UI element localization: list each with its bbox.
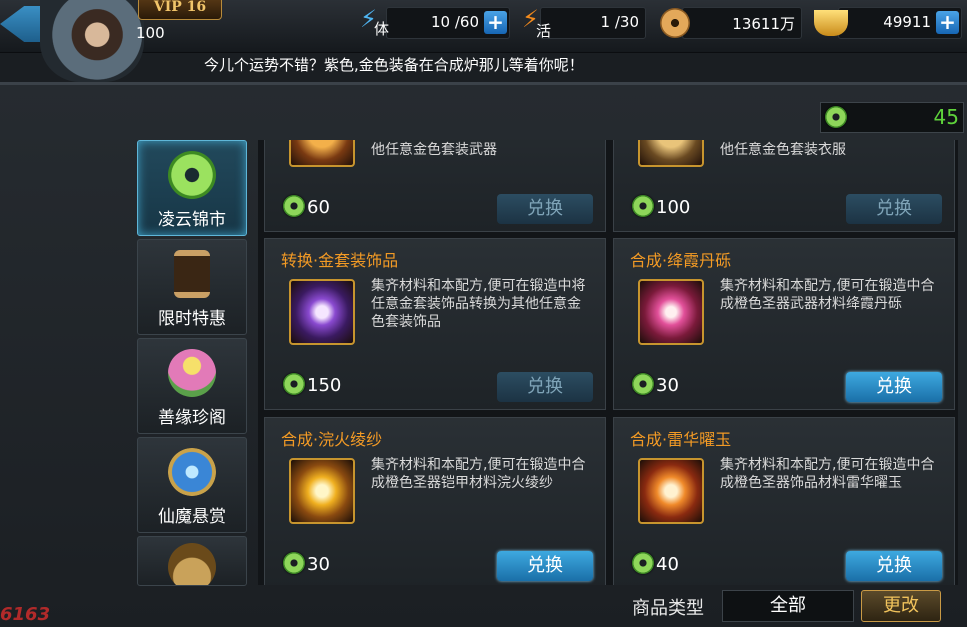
scroll-icon bbox=[638, 140, 704, 167]
exchange-button[interactable]: 兑换 bbox=[846, 551, 942, 581]
item-grid: 他任意金色套装武器 60 兑换 他任意金色套装衣服 100 兑换 转换·金套装饰… bbox=[258, 140, 958, 585]
jade-balance: 45 bbox=[820, 102, 964, 133]
gold-ingot-icon bbox=[814, 10, 848, 36]
tab-karma-pavilion[interactable]: 善缘珍阁 bbox=[137, 338, 247, 434]
vip-badge[interactable]: VIP 16 bbox=[138, 0, 222, 20]
stamina-label: 体 bbox=[374, 20, 390, 38]
card-price: 100 bbox=[632, 195, 690, 218]
vitality-label: 活 bbox=[536, 22, 552, 40]
back-button[interactable] bbox=[0, 6, 44, 42]
item-type-label: 商品类型 bbox=[632, 598, 704, 619]
shop-card: 合成·雷华曜玉 集齐材料和本配方,便可在锻造中合成橙色圣器饰品材料雷华曜玉 40… bbox=[613, 417, 955, 585]
vitality-value: 1 /30 bbox=[600, 13, 639, 31]
card-price: 60 bbox=[283, 195, 330, 218]
marquee-message: 今儿个运势不错？紫色,金色装备在合成炉那儿等着你呢！ bbox=[204, 56, 584, 74]
scroll-icon bbox=[289, 279, 355, 345]
card-description: 集齐材料和本配方,便可在锻造中合成橙色圣器饰品材料雷华曜玉 bbox=[720, 457, 935, 491]
stamina-value: 10 /60 bbox=[431, 13, 479, 31]
shop-card: 合成·浣火绫纱 集齐材料和本配方,便可在锻造中合成橙色圣器铠甲材料浣火绫纱 30… bbox=[264, 417, 606, 585]
card-price: 40 bbox=[632, 552, 679, 575]
exchange-button[interactable]: 兑换 bbox=[846, 194, 942, 224]
tab-bounty[interactable]: 仙魔悬赏 bbox=[137, 437, 247, 533]
exchange-button[interactable]: 兑换 bbox=[497, 372, 593, 402]
coin-bar: 13611万 bbox=[682, 7, 802, 39]
card-title: 转换·金套装饰品 bbox=[281, 251, 399, 270]
copper-coin-icon bbox=[660, 8, 690, 38]
top-bar: VIP 16 100 10 /60 + ⚡ 体 1 /30 ⚡ 活 13611万… bbox=[0, 0, 967, 82]
scroll-icon bbox=[638, 279, 704, 345]
tab-label: 仙魔悬赏 bbox=[158, 507, 226, 527]
card-price: 30 bbox=[632, 373, 679, 396]
scroll-icon bbox=[638, 458, 704, 524]
hourglass-icon bbox=[174, 250, 210, 298]
player-avatar[interactable] bbox=[40, 0, 144, 82]
card-description: 集齐材料和本配方,便可在锻造中合成橙色圣器铠甲材料浣火绫纱 bbox=[371, 457, 586, 491]
site-watermark: 6163 bbox=[0, 604, 51, 625]
coin-value: 13611万 bbox=[732, 15, 795, 33]
shop-card: 他任意金色套装衣服 100 兑换 bbox=[613, 140, 955, 232]
player-level: 100 bbox=[136, 24, 165, 42]
card-title: 合成·绛霞丹砾 bbox=[630, 251, 732, 270]
jade-coin-icon bbox=[632, 552, 654, 574]
tab-label: 凌云锦市 bbox=[158, 210, 226, 230]
ingot-value: 49911 bbox=[883, 13, 931, 31]
vitality-bar: 1 /30 bbox=[540, 7, 646, 39]
exchange-button[interactable]: 兑换 bbox=[846, 372, 942, 402]
ingot-add-button[interactable]: + bbox=[936, 11, 959, 34]
ingot-bar: 49911 + bbox=[838, 7, 962, 39]
tab-lingyun-market[interactable]: 凌云锦市 bbox=[137, 140, 247, 236]
card-description: 他任意金色套装武器 bbox=[371, 142, 497, 158]
card-title: 合成·浣火绫纱 bbox=[281, 430, 383, 449]
card-description: 他任意金色套装衣服 bbox=[720, 142, 846, 158]
card-title: 合成·雷华曜玉 bbox=[630, 430, 732, 449]
jade-disc-icon bbox=[168, 151, 216, 199]
money-bag-icon bbox=[168, 543, 216, 585]
shop-card: 转换·金套装饰品 集齐材料和本配方,便可在锻造中将任意金套装饰品转换为其他任意金… bbox=[264, 238, 606, 410]
jade-coin-icon bbox=[283, 195, 305, 217]
jade-coin-icon bbox=[632, 373, 654, 395]
scroll-icon bbox=[289, 140, 355, 167]
jade-coin-icon bbox=[283, 373, 305, 395]
lotus-icon bbox=[168, 349, 216, 397]
shop-card: 合成·绛霞丹砾 集齐材料和本配方,便可在锻造中合成橙色圣器武器材料绛霞丹砾 30… bbox=[613, 238, 955, 410]
exchange-button[interactable]: 兑换 bbox=[497, 551, 593, 581]
jade-balance-value: 45 bbox=[933, 105, 959, 129]
item-type-select[interactable]: 全部 bbox=[722, 590, 854, 622]
exchange-button[interactable]: 兑换 bbox=[497, 194, 593, 224]
tab-more[interactable] bbox=[137, 536, 247, 586]
card-price: 30 bbox=[283, 552, 330, 575]
jade-coin-icon bbox=[632, 195, 654, 217]
shop-card: 他任意金色套装武器 60 兑换 bbox=[264, 140, 606, 232]
scroll-icon bbox=[289, 458, 355, 524]
card-price: 150 bbox=[283, 373, 341, 396]
tab-label: 善缘珍阁 bbox=[158, 408, 226, 428]
stamina-add-button[interactable]: + bbox=[484, 11, 507, 34]
tab-label: 限时特惠 bbox=[158, 309, 226, 329]
stamina-bar: 10 /60 + bbox=[386, 7, 510, 39]
tab-limited-offer[interactable]: 限时特惠 bbox=[137, 239, 247, 335]
change-button[interactable]: 更改 bbox=[861, 590, 941, 622]
card-description: 集齐材料和本配方,便可在锻造中将任意金套装饰品转换为其他任意金色套装饰品 bbox=[371, 278, 586, 330]
jade-coin-icon bbox=[283, 552, 305, 574]
jade-coin-icon bbox=[825, 106, 847, 128]
card-description: 集齐材料和本配方,便可在锻造中合成橙色圣器武器材料绛霞丹砾 bbox=[720, 278, 935, 312]
crystal-icon bbox=[168, 448, 216, 496]
